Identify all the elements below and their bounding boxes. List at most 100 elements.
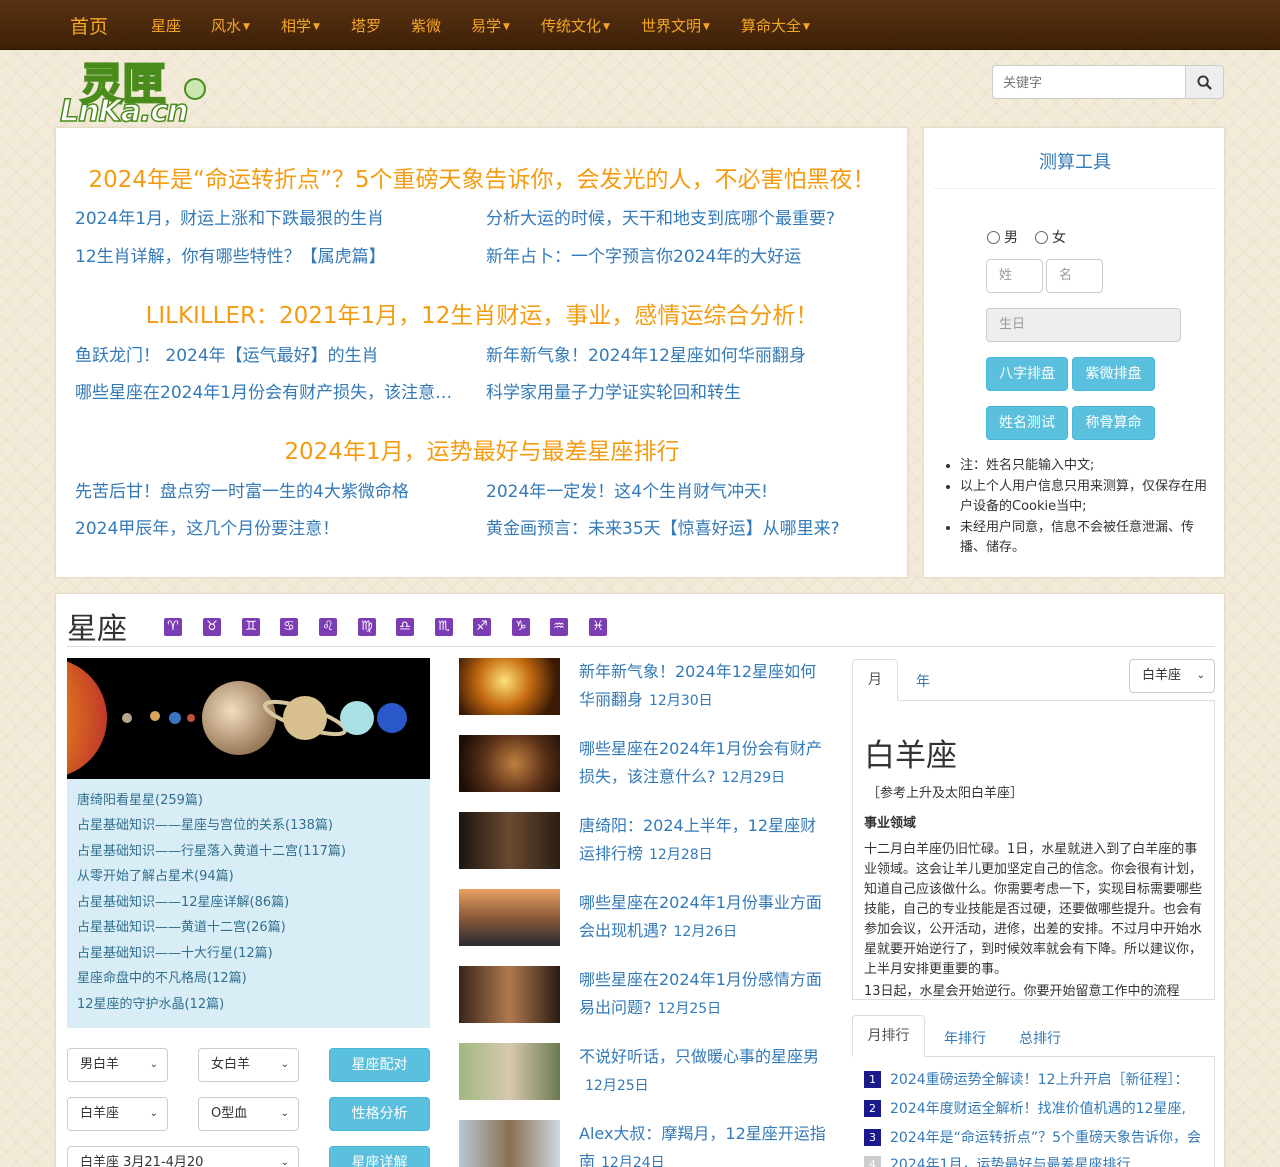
given-name-input[interactable]: 名 (1046, 259, 1103, 293)
article-thumbnail[interactable] (459, 735, 560, 792)
nav-ziwei[interactable]: 紫微 (411, 15, 441, 36)
taurus-icon[interactable]: ♉ (203, 618, 221, 636)
topic-link[interactable]: 星座命盘中的不凡格局(12篇) (77, 967, 247, 986)
rank-item[interactable]: 3 2024年是“命运转折点”？5个重磅天象告诉你，会 (864, 1127, 1214, 1147)
sagittarius-icon[interactable]: ♐ (473, 618, 491, 636)
radio-icon (987, 231, 1000, 244)
ziwei-button[interactable]: 紫微排盘 (1072, 357, 1155, 391)
headline-title[interactable]: 2024年是“命运转折点”？5个重磅天象告诉你，会发光的人，不必害怕黑夜！ (56, 160, 908, 194)
topic-link[interactable]: 占星基础知识——行星落入黄道十二宫(117篇) (77, 840, 346, 859)
tab-total-rank[interactable]: 总排行 (1019, 1028, 1061, 1048)
article-thumbnail[interactable] (459, 1043, 560, 1100)
topic-link[interactable]: 占星基础知识——十大行星(12篇) (77, 942, 273, 961)
article-link[interactable]: Alex大叔：摩羯月，12星座开运指南 12月24日 (579, 1120, 827, 1167)
headline-link[interactable]: 科学家用量子力学证实轮回和转生 (486, 378, 741, 403)
xingzuo-panel: 星座 ♈ ♉ ♊ ♋ ♌ ♍ ♎ ♏ ♐ ♑ ♒ ♓ 唐绮阳看星星(259篇) … (55, 593, 1225, 1167)
article-link[interactable]: 哪些星座在2024年1月份感情方面易出问题? 12月25日 (579, 966, 827, 1023)
topic-link[interactable]: 12星座的守护水晶(12篇) (77, 993, 224, 1012)
scorpio-icon[interactable]: ♏ (435, 618, 453, 636)
nav-taluo[interactable]: 塔罗 (351, 15, 381, 36)
capricorn-icon[interactable]: ♑ (512, 618, 530, 636)
article-link[interactable]: 哪些星座在2024年1月份会有财产损失，该注意什么? 12月29日 (579, 735, 827, 792)
male-sign-select[interactable]: 男白羊 ⌄ (67, 1048, 168, 1082)
personality-button[interactable]: 性格分析 (329, 1097, 430, 1131)
article-link[interactable]: 哪些星座在2024年1月份事业方面会出现机遇? 12月26日 (579, 889, 827, 946)
search-input[interactable] (992, 65, 1186, 99)
headline-link[interactable]: 鱼跃龙门！ 2024年【运气最好】的生肖 (75, 341, 379, 366)
blood-type-select[interactable]: O型血 ⌄ (198, 1097, 299, 1131)
headline-title[interactable]: 2024年1月，运势最好与最差星座排行 (56, 432, 908, 466)
pisces-icon[interactable]: ♓ (589, 618, 607, 636)
headline-link[interactable]: 2024年一定发！这4个生肖财气冲天! (486, 477, 768, 502)
article-thumbnail[interactable] (459, 889, 560, 946)
nav-suanming[interactable]: 算命大全 ▼ (741, 15, 810, 36)
article-thumbnail[interactable] (459, 658, 560, 715)
headline-link[interactable]: 先苦后甘！盘点穷一时富一生的4大紫微命格 (75, 477, 409, 502)
site-logo[interactable]: 灵匣 LnKa.cn (59, 50, 210, 130)
nav-fengshui[interactable]: 风水 ▼ (211, 15, 250, 36)
nav-chuantong[interactable]: 传统文化 ▼ (541, 15, 610, 36)
headline-link[interactable]: 2024甲辰年，这几个月份要注意！ (75, 514, 339, 539)
headline-link[interactable]: 新年占卜：一个字预言你2024年的大好运 (486, 242, 801, 267)
leo-icon[interactable]: ♌ (319, 618, 337, 636)
tab-year[interactable]: 年 (916, 671, 930, 691)
headline-link[interactable]: 黄金画预言：未来35天【惊喜好运】从哪里来? (486, 514, 840, 539)
sign-match-button[interactable]: 星座配对 (329, 1048, 430, 1082)
bazi-button[interactable]: 八字排盘 (986, 357, 1068, 391)
sign-select[interactable]: 白羊座 ⌄ (67, 1097, 168, 1131)
horoscope-sign-title: 白羊座 (864, 738, 957, 774)
aries-icon[interactable]: ♈ (164, 618, 182, 636)
horoscope-text: 13日起，水星会开始逆行。你要开始留意工作中的流程 (864, 984, 1180, 999)
article-link[interactable]: 唐绮阳：2024上半年，12星座财运排行榜 12月28日 (579, 812, 827, 869)
nav-xiangxue[interactable]: 相学 ▼ (281, 15, 320, 36)
nav-yixue[interactable]: 易学 ▼ (471, 15, 510, 36)
nav-shijie[interactable]: 世界文明 ▼ (641, 15, 710, 36)
topic-link[interactable]: 唐绮阳看星星(259篇) (77, 789, 203, 808)
gender-male-radio[interactable]: 男 (987, 227, 1018, 247)
name-test-button[interactable]: 姓名测试 (986, 406, 1068, 440)
cancer-icon[interactable]: ♋ (280, 618, 298, 636)
headline-link[interactable]: 12生肖详解，你有哪些特性？【属虎篇】 (75, 242, 386, 267)
solar-system-illustration (67, 661, 407, 775)
headline-link[interactable]: 分析大运的时候，天干和地支到底哪个最重要? (486, 204, 835, 229)
libra-icon[interactable]: ♎ (396, 618, 414, 636)
rank-item[interactable]: 1 2024重磅运势全解读！12上升开启［新征程］： (864, 1069, 1214, 1089)
chenggu-button[interactable]: 称骨算命 (1072, 406, 1155, 440)
topic-link[interactable]: 占星基础知识——12星座详解(86篇) (77, 891, 289, 910)
aquarius-icon[interactable]: ♒ (550, 618, 568, 636)
nav-home[interactable]: 首页 (70, 12, 108, 39)
headline-link[interactable]: 新年新气象！2024年12星座如何华丽翻身 (486, 341, 806, 366)
female-sign-select[interactable]: 女白羊 ⌄ (198, 1048, 299, 1082)
gemini-icon[interactable]: ♊ (242, 618, 260, 636)
nav-xingzuo[interactable]: 星座 (151, 15, 181, 36)
note-item: 注：姓名只能输入中文; (960, 456, 1218, 476)
sign-detail-button[interactable]: 星座详解 (329, 1146, 430, 1167)
chevron-down-icon: ⌄ (280, 1059, 289, 1070)
article-thumbnail[interactable] (459, 1120, 560, 1167)
rank-item[interactable]: 2 2024年度财运全解析！找准价值机遇的12星座, (864, 1098, 1214, 1118)
gender-female-radio[interactable]: 女 (1035, 227, 1066, 247)
birthday-input[interactable]: 生日 (986, 308, 1181, 342)
horoscope-field-label: 事业领域 (864, 816, 917, 831)
solar-system-image[interactable] (67, 658, 430, 779)
tab-year-rank[interactable]: 年排行 (944, 1028, 986, 1048)
note-item: 未经用户同意，信息不会被任意泄漏、传播、储存。 (960, 518, 1218, 558)
rank-item[interactable]: 4 2024年1月，运势最好与最差星座排行 (864, 1154, 1214, 1167)
topic-link[interactable]: 从零开始了解占星术(94篇) (77, 865, 234, 884)
topic-link[interactable]: 占星基础知识——黄道十二宫(26篇) (77, 916, 286, 935)
article-thumbnail[interactable] (459, 812, 560, 869)
article-link[interactable]: 新年新气象！2024年12星座如何华丽翻身 12月30日 (579, 658, 827, 715)
surname-input[interactable]: 姓 (986, 259, 1043, 293)
horoscope-sign-select[interactable]: 白羊座 ⌄ (1129, 659, 1215, 693)
article-thumbnail[interactable] (459, 966, 560, 1023)
sign-range-select[interactable]: 白羊座 3月21-4月20 ⌄ (67, 1146, 299, 1167)
headline-link[interactable]: 2024年1月，财运上涨和下跌最狠的生肖 (75, 204, 384, 229)
tab-month-rank[interactable]: 月排行 (852, 1015, 925, 1057)
article-link[interactable]: 不说好听话，只做暖心事的星座男12月25日 (579, 1043, 827, 1100)
search-button[interactable] (1185, 65, 1224, 99)
headline-link[interactable]: 哪些星座在2024年1月份会有财产损失，该注意什么？ (75, 378, 453, 403)
headline-title[interactable]: LILKILLER：2021年1月，12生肖财运，事业，感情运综合分析！ (56, 296, 908, 330)
topic-link[interactable]: 占星基础知识——星座与宫位的关系(138篇) (77, 814, 333, 833)
virgo-icon[interactable]: ♍ (358, 618, 376, 636)
tab-month[interactable]: 月 (852, 659, 898, 701)
